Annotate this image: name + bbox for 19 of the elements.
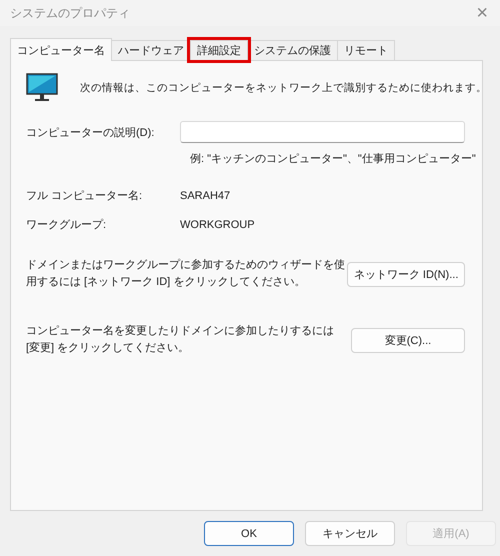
action-description: ドメインまたはワークグループに参加するためのウィザードを使用するには [ネットワーク ID] をクリックしてください。 [26,258,346,290]
example-text: 例: "キッチンのコンピューター"、"仕事用コンピューター" [190,152,477,166]
tab[interactable]: コンピューター名 [10,38,112,61]
info-label: ワークグループ: [26,218,108,232]
description-label: コンピューターの説明(D): [26,126,156,140]
dialog-button[interactable]: OK [204,521,294,546]
intro-text: 次の情報は、このコンピューターをネットワーク上で識別するために使われます。 [80,81,487,95]
monitor-icon [26,73,58,103]
info-value: SARAH47 [180,190,230,202]
description-field[interactable] [180,121,465,143]
tab[interactable]: 詳細設定 [190,40,248,60]
action-button[interactable]: ネットワーク ID(N)... [346,262,465,286]
window-title: システムのプロパティ [10,4,130,22]
info-label: フル コンピューター名: [26,189,144,203]
action-description: コンピューター名を変更したりドメインに参加したりするには [変更] をクリックしてください。 [26,324,335,356]
dialog-button[interactable]: キャンセル [305,521,395,546]
tab[interactable]: リモート [337,40,395,60]
action-button[interactable]: 変更(C)... [351,328,465,352]
info-value: WORKGROUP [180,218,255,230]
